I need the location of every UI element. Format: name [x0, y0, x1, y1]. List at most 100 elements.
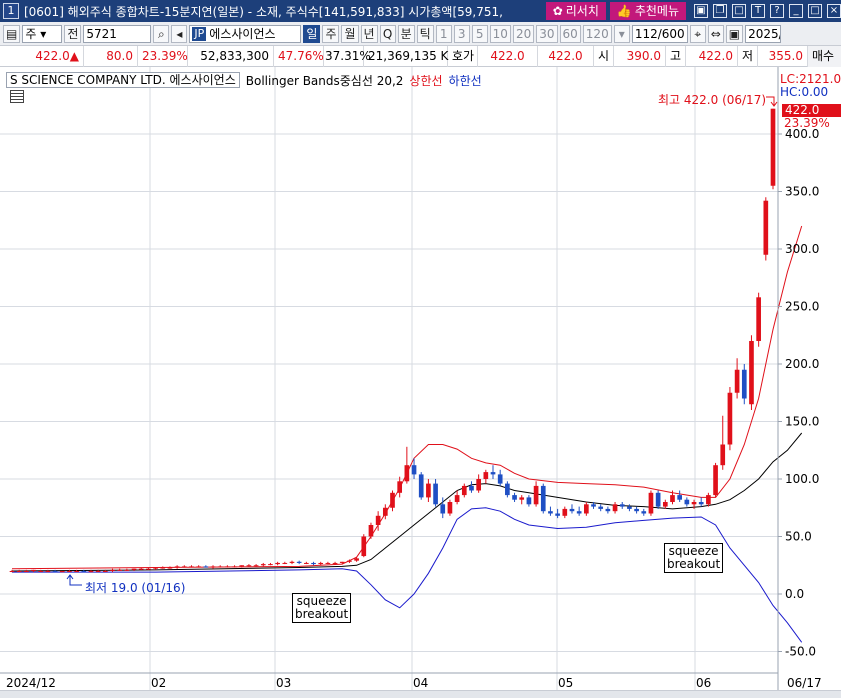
- candle-body: [418, 474, 424, 498]
- interval-30[interactable]: 30: [536, 24, 558, 43]
- candle-body: [741, 369, 747, 399]
- interval-5[interactable]: 5: [471, 24, 488, 43]
- candle-body: [454, 495, 460, 502]
- squeeze-2-line2: breakout: [667, 557, 721, 571]
- interval-1[interactable]: 1: [435, 24, 452, 43]
- x-label-02: 02: [151, 676, 167, 690]
- legend-company[interactable]: S SCIENCE COMPANY LTD. 에스사이언스: [6, 72, 240, 88]
- candle-body: [569, 508, 575, 512]
- restore-icon[interactable]: ❐: [713, 4, 727, 18]
- legend-indicator[interactable]: Bollinger Bands중심선 20,2: [246, 72, 404, 89]
- candle-body: [304, 562, 309, 564]
- recommend-menu-button[interactable]: 👍 추천메뉴: [609, 2, 686, 20]
- research-label: 리서치: [565, 4, 599, 18]
- search-icon[interactable]: ⌕: [153, 24, 170, 43]
- tile-icon[interactable]: ▣: [694, 4, 708, 18]
- candle-body: [275, 562, 280, 565]
- candle-body: [390, 492, 395, 508]
- help-icon[interactable]: ?: [770, 4, 784, 18]
- font-icon[interactable]: T: [751, 4, 765, 18]
- legend-lower[interactable]: 하한선: [449, 72, 482, 89]
- period-day[interactable]: 일: [303, 24, 321, 43]
- interval-10[interactable]: 10: [489, 24, 511, 43]
- settings-icon[interactable]: ▤: [3, 24, 21, 43]
- window-title: [0601] 해외주식 종합차트-15분지연(일본) - 소재, 주식수[141…: [23, 4, 503, 19]
- candle-body: [770, 108, 776, 186]
- candle-body: [189, 566, 194, 568]
- candle-body: [411, 465, 417, 475]
- speaker-icon[interactable]: ◂: [171, 24, 188, 43]
- candle-body: [59, 571, 65, 573]
- candle-body: [24, 571, 29, 572]
- candle-body: [612, 504, 618, 512]
- candle-body: [110, 569, 115, 571]
- quote-amount: 21,369,135 K: [364, 45, 448, 67]
- research-icon: ✿: [552, 4, 563, 18]
- count-input[interactable]: 112/600: [631, 24, 688, 43]
- candle-body: [706, 495, 711, 505]
- candle-body: [81, 571, 87, 573]
- candle-body: [677, 495, 683, 500]
- date-input[interactable]: 2025/: [745, 24, 782, 43]
- chart-background: [0, 67, 841, 698]
- candle-body: [311, 562, 316, 565]
- date-value: 2025/: [748, 26, 782, 41]
- interval-20[interactable]: 20: [512, 24, 535, 43]
- research-button[interactable]: ✿ 리서치: [545, 2, 606, 20]
- legend-upper[interactable]: 상한선: [409, 72, 442, 89]
- interval-3[interactable]: 3: [453, 24, 470, 43]
- quote-high: 422.0: [686, 45, 738, 67]
- period-minute[interactable]: 분: [397, 24, 415, 43]
- candle-body: [332, 562, 338, 564]
- x-label-06: 06: [696, 676, 712, 690]
- quote-open: 390.0: [614, 45, 666, 67]
- stock-name-select[interactable]: JP 에스사이언스: [189, 24, 302, 43]
- window-number[interactable]: 1: [3, 3, 19, 19]
- max-icon[interactable]: □: [808, 4, 822, 18]
- buy-button[interactable]: 매수: [808, 45, 841, 67]
- period-tick[interactable]: 틱: [416, 24, 434, 43]
- period-year[interactable]: 년: [360, 24, 378, 43]
- price-tick-label: 150.0: [785, 415, 819, 429]
- period-quarter[interactable]: Q: [379, 24, 396, 43]
- candle-body: [138, 568, 144, 570]
- price-chart[interactable]: 400.0350.0300.0250.0200.0150.0100.050.00…: [0, 67, 841, 698]
- quote-price: 422.0▲: [0, 45, 84, 67]
- candle-body: [619, 504, 625, 507]
- chevron-down-icon: ▾: [40, 26, 47, 41]
- crosshair-icon[interactable]: ⌖: [689, 24, 706, 43]
- candle-body: [512, 495, 517, 500]
- candle-body: [102, 571, 108, 572]
- period-month[interactable]: 월: [341, 24, 359, 43]
- interval-dropdown-icon[interactable]: ▾: [613, 24, 630, 43]
- candle-body: [461, 485, 467, 496]
- save-icon[interactable]: ▣: [725, 24, 744, 43]
- market-select[interactable]: 주 ▾: [22, 24, 63, 43]
- candle-body: [16, 571, 22, 572]
- close-icon[interactable]: ×: [827, 4, 841, 18]
- candle-body: [45, 571, 51, 572]
- candle-body: [605, 508, 611, 512]
- candle-body: [181, 566, 187, 568]
- candle-body: [160, 567, 166, 569]
- candle-body: [347, 560, 352, 562]
- interval-60[interactable]: 60: [559, 24, 581, 43]
- chart-legend: S SCIENCE COMPANY LTD. 에스사이언스 Bollinger …: [6, 71, 482, 89]
- interval-120[interactable]: 120: [582, 24, 612, 43]
- candle-body: [354, 558, 359, 561]
- period-week[interactable]: 주: [322, 24, 340, 43]
- candle-body: [756, 297, 761, 341]
- candle-body: [655, 492, 661, 507]
- price-tick-label: 50.0: [785, 530, 812, 544]
- last-pct-label: 23.39%: [784, 116, 830, 130]
- chart-menu-icon[interactable]: [10, 90, 24, 103]
- candle-body: [131, 568, 137, 570]
- candle-body: [641, 511, 647, 514]
- zoom-icon[interactable]: ⇔: [707, 24, 724, 43]
- maximize-icon[interactable]: □: [732, 4, 746, 18]
- bottom-scroll-strip[interactable]: [0, 690, 841, 698]
- code-input[interactable]: 5721: [83, 24, 152, 43]
- prev-button[interactable]: 전: [64, 24, 82, 43]
- candle-body: [31, 569, 36, 571]
- minimize-icon[interactable]: _: [789, 4, 803, 18]
